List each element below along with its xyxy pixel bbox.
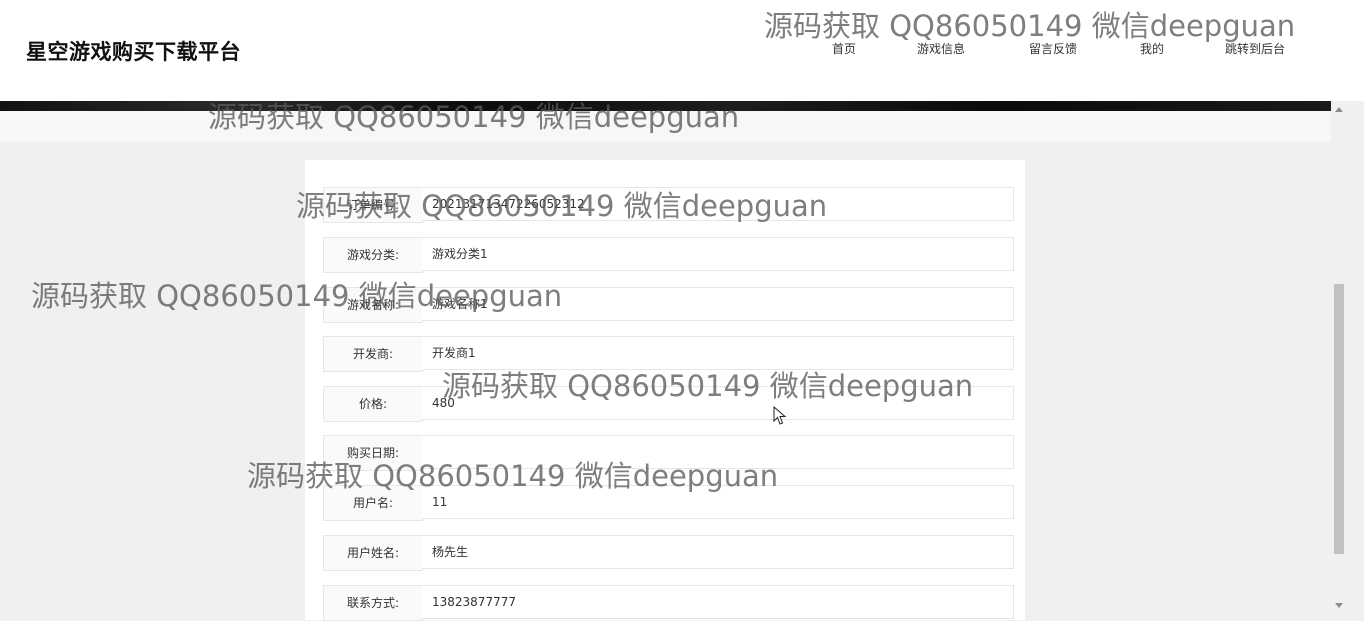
mouse-cursor-icon	[773, 406, 787, 425]
username-field[interactable]: 11	[422, 485, 1014, 519]
nav-admin[interactable]: 跳转到后台	[1225, 40, 1285, 57]
banner-image-strip	[0, 101, 1331, 111]
nav-feedback[interactable]: 留言反馈	[1029, 40, 1077, 57]
form-row-developer: 开发商: 开发商1	[323, 336, 1014, 372]
breadcrumb-band	[0, 111, 1331, 142]
form-row-purchase-date: 购买日期:	[323, 435, 1014, 471]
field-label: 开发商:	[323, 336, 423, 372]
scroll-up-arrow-icon[interactable]	[1335, 107, 1343, 112]
field-label: 价格:	[323, 386, 423, 422]
developer-field[interactable]: 开发商1	[422, 336, 1014, 370]
field-label: 游戏名称:	[323, 287, 423, 323]
contact-field[interactable]: 13823877777	[422, 585, 1014, 619]
order-number-field[interactable]: 20213171347226052312	[422, 187, 1014, 221]
game-category-field[interactable]: 游戏分类1	[422, 237, 1014, 271]
field-label: 订单编号:	[323, 187, 423, 223]
price-field[interactable]: 480	[422, 386, 1014, 420]
field-label: 游戏分类:	[323, 237, 423, 273]
form-row-game-category: 游戏分类: 游戏分类1	[323, 237, 1014, 273]
nav-mine[interactable]: 我的	[1140, 40, 1164, 57]
nav-home[interactable]: 首页	[832, 40, 856, 57]
purchase-date-field[interactable]	[422, 435, 1014, 469]
form-row-real-name: 用户姓名: 杨先生	[323, 535, 1014, 571]
scroll-thumb[interactable]	[1334, 284, 1344, 554]
field-label: 用户名:	[323, 485, 423, 521]
top-navigation-bar: 星空游戏购买下载平台 首页 游戏信息 留言反馈 我的 跳转到后台	[0, 0, 1364, 101]
form-row-game-name: 游戏名称: 游戏名称1	[323, 287, 1014, 323]
real-name-field[interactable]: 杨先生	[422, 535, 1014, 569]
main-nav: 首页 游戏信息 留言反馈 我的 跳转到后台	[0, 40, 1364, 60]
game-name-field[interactable]: 游戏名称1	[422, 287, 1014, 321]
vertical-scrollbar[interactable]	[1331, 101, 1348, 612]
field-label: 用户姓名:	[323, 535, 423, 571]
form-row-contact: 联系方式: 13823877777	[323, 585, 1014, 621]
form-row-price: 价格: 480	[323, 386, 1014, 422]
form-row-order-number: 订单编号: 20213171347226052312	[323, 187, 1014, 223]
field-label: 购买日期:	[323, 435, 423, 471]
scroll-down-arrow-icon[interactable]	[1335, 603, 1343, 608]
nav-game-info[interactable]: 游戏信息	[917, 40, 965, 57]
form-row-username: 用户名: 11	[323, 485, 1014, 521]
field-label: 联系方式:	[323, 585, 423, 621]
